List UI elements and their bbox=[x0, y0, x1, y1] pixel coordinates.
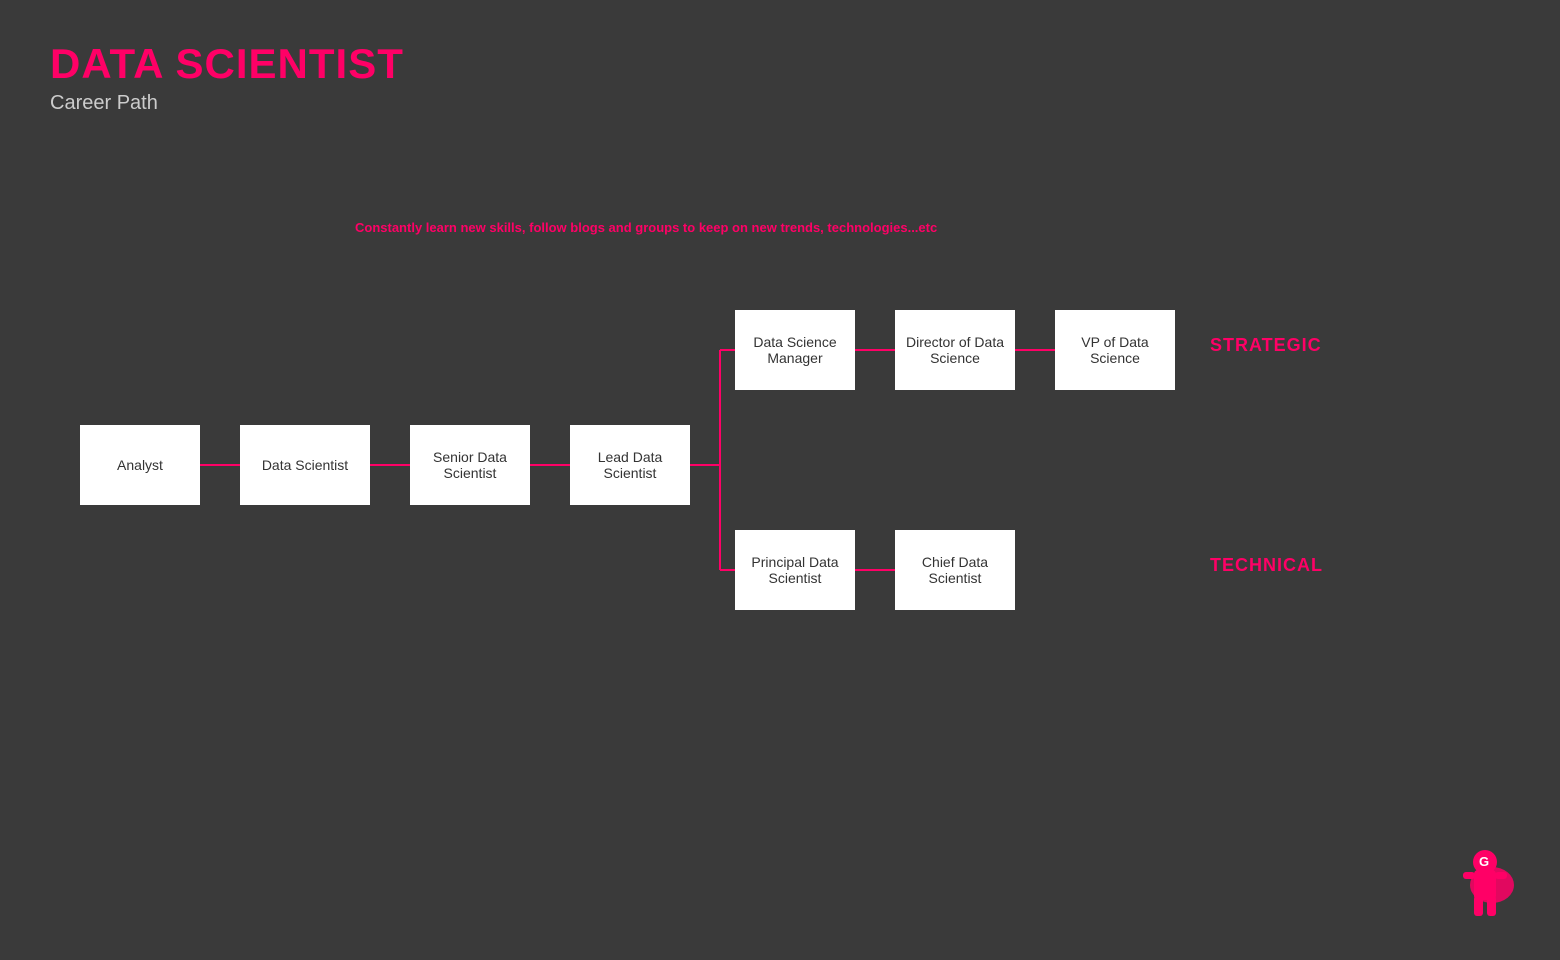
header: DATA SCIENTIST Career Path bbox=[50, 40, 404, 115]
senior-data-scientist-box: Senior Data Scientist bbox=[410, 425, 530, 505]
career-diagram: Analyst Data Scientist Senior Data Scien… bbox=[40, 270, 1440, 590]
technical-label: TECHNICAL bbox=[1210, 555, 1323, 576]
vp-data-science-box: VP of Data Science bbox=[1055, 310, 1175, 390]
principal-data-scientist-box: Principal Data Scientist bbox=[735, 530, 855, 610]
page-subtitle: Career Path bbox=[50, 92, 404, 115]
data-science-manager-box: Data Science Manager bbox=[735, 310, 855, 390]
lead-data-scientist-box: Lead Data Scientist bbox=[570, 425, 690, 505]
data-scientist-box: Data Scientist bbox=[240, 425, 370, 505]
analyst-box: Analyst bbox=[80, 425, 200, 505]
logo: G bbox=[1450, 840, 1520, 930]
director-data-science-box: Director of Data Science bbox=[895, 310, 1015, 390]
logo-svg: G bbox=[1450, 840, 1520, 930]
tagline-text: Constantly learn new skills, follow blog… bbox=[355, 220, 937, 235]
svg-text:G: G bbox=[1479, 854, 1489, 869]
chief-data-scientist-box: Chief Data Scientist bbox=[895, 530, 1015, 610]
page-title: DATA SCIENTIST bbox=[50, 40, 404, 88]
strategic-label: STRATEGIC bbox=[1210, 335, 1322, 356]
